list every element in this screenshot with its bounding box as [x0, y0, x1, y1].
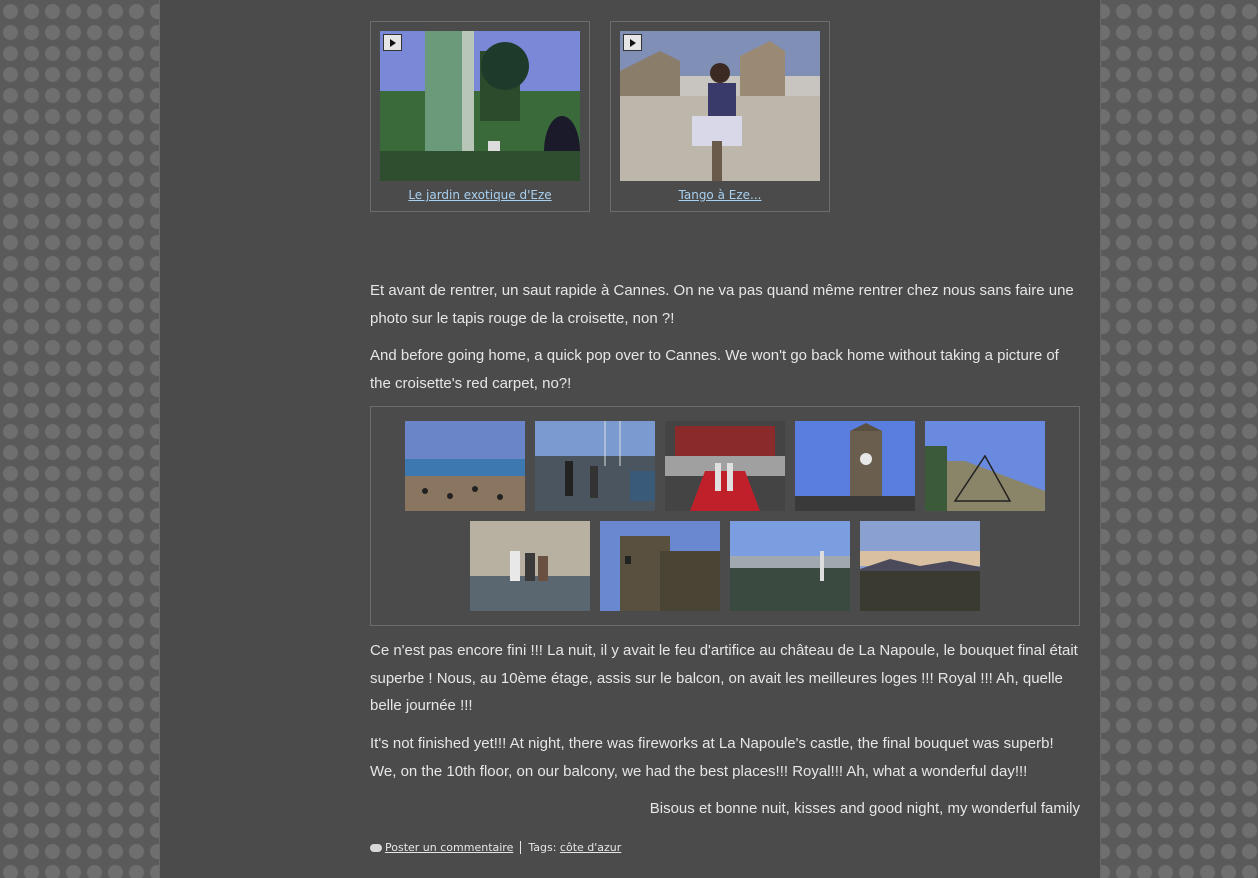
video-row: Le jardin exotique d'Eze Tango à Eze... — [370, 21, 1080, 212]
gallery-photo-beach[interactable] — [405, 421, 525, 511]
tags-label: Tags: — [528, 841, 557, 854]
paragraph-night-fr: Ce n'est pas encore fini !!! La nuit, il… — [370, 642, 1078, 714]
post-footer: Poster un commentaire Tags: côte d'azur — [370, 841, 621, 854]
photo-gallery — [370, 406, 1080, 626]
video-link-tango[interactable]: Tango à Eze... — [611, 188, 829, 202]
blog-page: Le jardin exotique d'Eze Tango à Eze... … — [159, 0, 1101, 878]
tag-link[interactable]: côte d'azur — [560, 841, 621, 854]
paragraph-cannes-en: And before going home, a quick pop over … — [370, 347, 1059, 392]
video-thumbnail-tango[interactable] — [620, 31, 820, 181]
gallery-photo-castle-tower[interactable] — [600, 521, 720, 611]
paragraph-night-en: It's not finished yet!!! At night, there… — [370, 735, 1054, 780]
paragraph-cannes-fr: Et avant de rentrer, un saut rapide à Ca… — [370, 282, 1074, 327]
signoff: Bisous et bonne nuit, kisses and good ni… — [649, 800, 1080, 817]
video-thumbnail-garden[interactable] — [380, 31, 580, 181]
gallery-photo-sunset-bay[interactable] — [860, 521, 980, 611]
gallery-photo-harbour-view[interactable] — [730, 521, 850, 611]
gallery-photo-clock-tower[interactable] — [795, 421, 915, 511]
footer-separator — [520, 841, 522, 854]
post-content: Le jardin exotique d'Eze Tango à Eze... … — [370, 0, 1080, 878]
comment-icon — [370, 843, 382, 852]
play-icon[interactable] — [383, 34, 402, 51]
gallery-photo-harbour[interactable] — [535, 421, 655, 511]
video-link-garden[interactable]: Le jardin exotique d'Eze — [371, 188, 589, 202]
post-comment-link[interactable]: Poster un commentaire — [385, 841, 513, 854]
gallery-photo-red-carpet[interactable] — [665, 421, 785, 511]
gallery-photo-stone-wall[interactable] — [470, 521, 590, 611]
play-icon[interactable] — [623, 34, 642, 51]
gallery-photo-fortress-stairs[interactable] — [925, 421, 1045, 511]
video-card: Le jardin exotique d'Eze — [370, 21, 590, 212]
video-card: Tango à Eze... — [610, 21, 830, 212]
